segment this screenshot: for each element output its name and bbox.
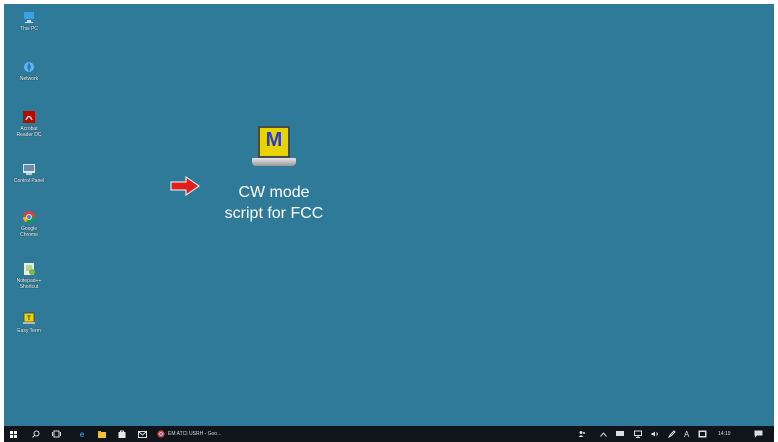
search-icon — [32, 430, 40, 438]
svg-text:T: T — [27, 316, 31, 322]
folder-icon — [98, 430, 106, 438]
desktop-icon-notepad-plus[interactable]: Notepad++ Shortcut — [6, 262, 52, 290]
desktop-icon-label: Easy Term — [17, 328, 41, 334]
taskbar-file-explorer[interactable] — [98, 426, 106, 442]
easy-term-icon: T — [22, 312, 36, 326]
desktop-icon-label: Network — [19, 76, 39, 82]
store-icon — [118, 430, 126, 438]
desktop-icon-acrobat-reader[interactable]: Acrobat Reader DC — [6, 110, 52, 138]
volume-icon — [651, 431, 658, 437]
desktop[interactable]: This PC Network Acrobat Reader DC Contro… — [4, 4, 774, 426]
search-button[interactable] — [32, 426, 40, 442]
clock[interactable]: 14:19 — [718, 426, 731, 442]
display-icon — [616, 431, 624, 436]
task-view-button[interactable] — [52, 426, 61, 442]
windows-icon — [10, 430, 17, 438]
people-icon — [578, 431, 585, 437]
tray-network[interactable] — [634, 426, 642, 442]
desktop-icon-label: Control Panel — [13, 178, 45, 184]
people-button[interactable] — [578, 426, 586, 442]
desktop-icon-control-panel[interactable]: Control Panel — [6, 162, 52, 184]
script-laptop-icon: M — [252, 126, 296, 174]
chrome-icon — [157, 430, 165, 438]
desktop-icon-label: Acrobat Reader DC — [16, 126, 42, 138]
mail-icon — [138, 430, 147, 438]
taskbar-mail[interactable] — [138, 426, 147, 442]
edge-icon: e — [80, 430, 85, 438]
chevron-up-icon — [600, 431, 607, 437]
show-hidden-icons-button[interactable] — [600, 426, 607, 442]
shortcut-label: CW mode script for FCC — [224, 184, 324, 222]
action-center-button[interactable] — [754, 426, 763, 442]
keyboard-icon — [698, 430, 707, 438]
red-arrow-icon — [170, 176, 200, 201]
acrobat-icon — [22, 110, 36, 124]
tray-volume[interactable] — [651, 426, 659, 442]
start-button[interactable] — [10, 426, 17, 442]
script-icon-letter: M — [265, 129, 283, 151]
svg-text:e: e — [80, 430, 85, 438]
clock-time: 14:19 — [718, 431, 731, 437]
taskbar-store[interactable] — [118, 426, 126, 442]
desktop-icon-network[interactable]: Network — [6, 60, 52, 82]
task-view-icon — [52, 430, 61, 438]
desktop-icon-google-chrome[interactable]: Google Chrome — [6, 210, 52, 238]
taskbar-chrome-window[interactable]: EM ATCI USRH - Goo... — [157, 426, 221, 442]
desktop-icon-label: Google Chrome — [20, 226, 38, 238]
desktop-icon-label: This PC — [20, 26, 38, 32]
tray-display[interactable] — [616, 426, 624, 442]
desktop-icon-label: Notepad++ Shortcut — [16, 278, 42, 290]
notification-icon — [754, 430, 763, 438]
computer-icon — [22, 10, 36, 24]
network-icon — [22, 60, 36, 74]
tray-pen[interactable] — [668, 426, 676, 442]
chrome-icon — [22, 210, 36, 224]
input-language-button[interactable]: A — [684, 426, 689, 442]
screen: This PC Network Acrobat Reader DC Contro… — [0, 0, 778, 442]
desktop-icon-this-pc[interactable]: This PC — [6, 10, 52, 32]
cw-mode-script-shortcut[interactable]: M CW mode script for FCC — [204, 126, 344, 224]
tray-keyboard[interactable] — [698, 426, 707, 442]
taskbar-edge[interactable]: e — [78, 426, 86, 442]
control-panel-icon — [22, 162, 36, 176]
chrome-task-label: EM ATCI USRH - Goo... — [168, 431, 222, 437]
network-icon — [634, 430, 642, 438]
desktop-icon-easy-term[interactable]: T Easy Term — [6, 312, 52, 334]
ime-label: A — [684, 429, 690, 439]
notepad-plus-icon — [22, 262, 36, 276]
taskbar: e EM ATCI USRH - Goo... A 14:19 — [4, 426, 774, 442]
pen-icon — [668, 430, 676, 438]
